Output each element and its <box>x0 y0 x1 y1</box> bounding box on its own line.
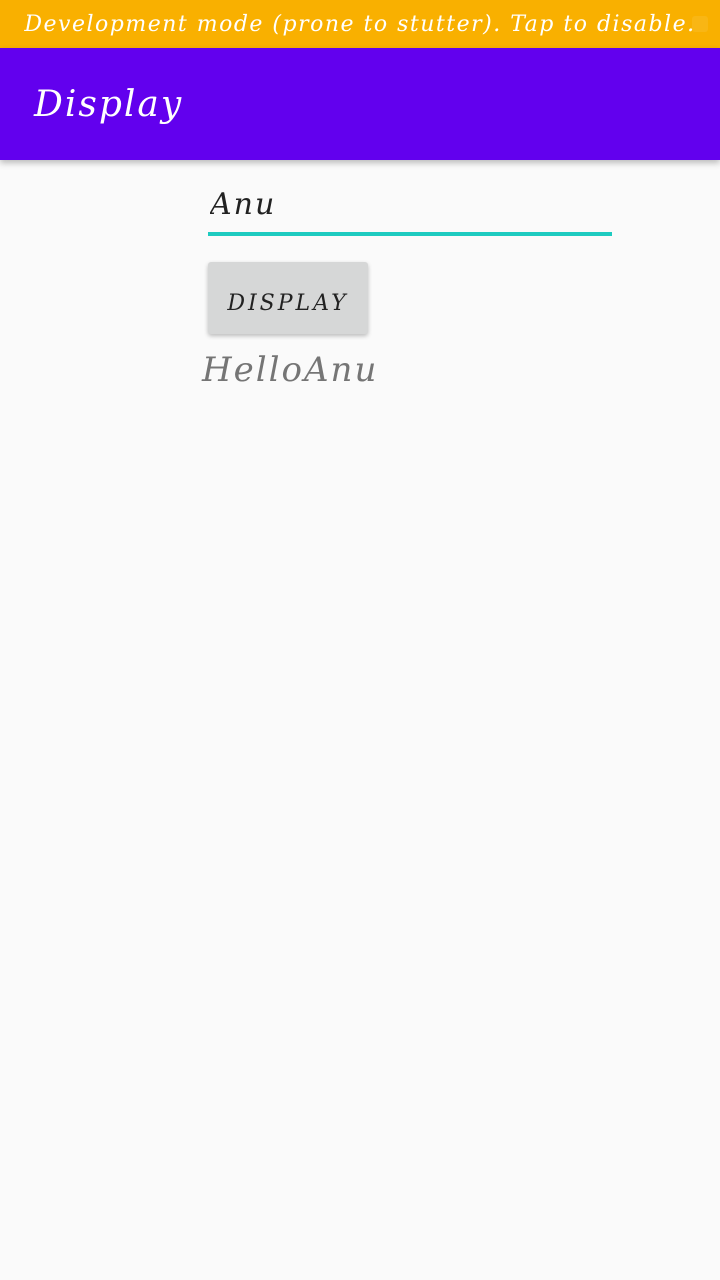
page-title: Display <box>34 83 184 125</box>
status-indicator-icon <box>692 16 708 32</box>
dev-mode-banner[interactable]: Development mode (prone to stutter). Tap… <box>0 0 720 48</box>
display-button[interactable]: DISPLAY <box>208 262 368 334</box>
greeting-text: HelloAnu <box>202 350 379 390</box>
name-input[interactable] <box>208 176 612 232</box>
dev-mode-banner-text: Development mode (prone to stutter). Tap… <box>24 11 696 37</box>
name-field[interactable] <box>208 176 612 236</box>
app-bar: Display <box>0 48 720 160</box>
